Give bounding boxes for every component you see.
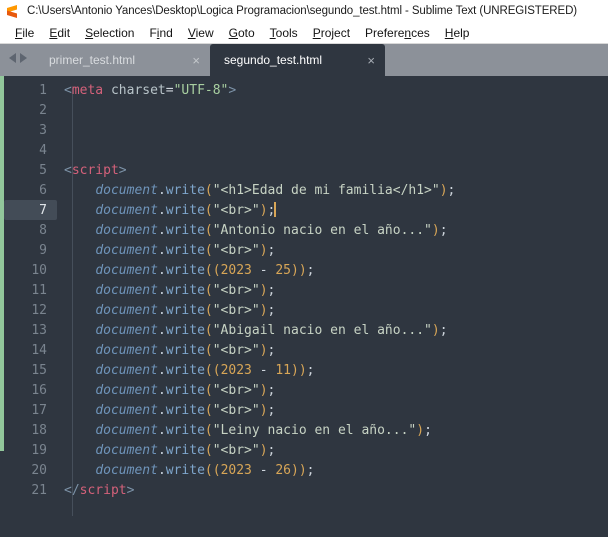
line-code: document.write("Antonio nacio en el año.… xyxy=(95,222,448,238)
line-number: 18 xyxy=(31,422,47,438)
code-line[interactable]: 5 <script> xyxy=(4,160,608,180)
line-number: 8 xyxy=(39,222,47,238)
line-code: document.write((2023 - 26)); xyxy=(95,462,315,478)
code-line[interactable]: 14 document.write("<br>"); xyxy=(4,340,608,360)
line-code: document.write("<br>"); xyxy=(95,442,276,458)
code-line[interactable]: 17 document.write("<br>"); xyxy=(4,400,608,420)
line-code: <meta charset="UTF-8"> xyxy=(64,82,237,98)
menu-item-view[interactable]: View xyxy=(181,26,222,40)
line-code: document.write((2023 - 11)); xyxy=(95,362,315,378)
line-number: 20 xyxy=(31,462,47,478)
line-number: 3 xyxy=(39,122,47,138)
close-icon[interactable]: × xyxy=(192,54,200,67)
line-number: 21 xyxy=(31,482,47,498)
code-line[interactable]: 9 document.write("<br>"); xyxy=(4,240,608,260)
text-cursor xyxy=(274,202,277,217)
code-line[interactable]: 15 document.write((2023 - 11)); xyxy=(4,360,608,380)
code-line[interactable]: 1 <meta charset="UTF-8"> xyxy=(4,80,608,100)
code-editor[interactable]: 1 <meta charset="UTF-8"> 2 3 4 5 <script… xyxy=(0,76,608,537)
line-number: 2 xyxy=(39,102,47,118)
line-number: 13 xyxy=(31,322,47,338)
line-code: document.write("<br>"); xyxy=(95,382,276,398)
code-line[interactable]: 19 document.write("<br>"); xyxy=(4,440,608,460)
code-line[interactable]: 16 document.write("<br>"); xyxy=(4,380,608,400)
menu-item-edit[interactable]: Edit xyxy=(42,26,78,40)
line-code: document.write("<br>"); xyxy=(95,302,276,318)
line-code: document.write("Abigail nacio en el año.… xyxy=(95,322,448,338)
sublime-text-icon xyxy=(5,4,20,19)
code-line[interactable]: 4 xyxy=(4,140,608,160)
code-line[interactable]: 10 document.write((2023 - 25)); xyxy=(4,260,608,280)
code-line[interactable]: 6 document.write("<h1>Edad de mi familia… xyxy=(4,180,608,200)
line-number: 19 xyxy=(31,442,47,458)
menu-bar: File Edit Selection Find View Goto Tools… xyxy=(0,22,608,44)
close-icon[interactable]: × xyxy=(367,54,375,67)
line-number: 9 xyxy=(39,242,47,258)
menu-item-selection[interactable]: Selection xyxy=(78,26,142,40)
line-number: 10 xyxy=(31,262,47,278)
menu-item-tools[interactable]: Tools xyxy=(263,26,306,40)
tab-bar: primer_test.html × segundo_test.html × xyxy=(0,44,608,76)
menu-item-project[interactable]: Project xyxy=(306,26,358,40)
line-number: 15 xyxy=(31,362,47,378)
line-code: document.write((2023 - 25)); xyxy=(95,262,315,278)
code-line[interactable]: 11 document.write("<br>"); xyxy=(4,280,608,300)
menu-item-file[interactable]: File xyxy=(8,26,42,40)
tab-navigation xyxy=(0,46,35,78)
menu-item-help[interactable]: Help xyxy=(438,26,478,40)
tab-primer-test-html[interactable]: primer_test.html × xyxy=(35,44,210,76)
code-content-area[interactable]: 1 <meta charset="UTF-8"> 2 3 4 5 <script… xyxy=(4,76,608,537)
line-code: document.write("<br>"); xyxy=(95,202,277,218)
code-line[interactable]: 21 </script> xyxy=(4,480,608,500)
code-line[interactable]: 20 document.write((2023 - 26)); xyxy=(4,460,608,480)
line-number: 4 xyxy=(39,142,47,158)
line-number: 11 xyxy=(31,282,47,298)
line-code: document.write("<br>"); xyxy=(95,402,276,418)
line-number: 14 xyxy=(31,342,47,358)
code-line-active[interactable]: 7 document.write("<br>"); xyxy=(4,200,608,220)
window-title: C:\Users\Antonio Yances\Desktop\Logica P… xyxy=(27,5,578,17)
line-number: 7 xyxy=(39,202,47,218)
menu-item-goto[interactable]: Goto xyxy=(222,26,263,40)
code-line[interactable]: 13 document.write("Abigail nacio en el a… xyxy=(4,320,608,340)
sublime-text-window: C:\Users\Antonio Yances\Desktop\Logica P… xyxy=(0,0,608,537)
line-number: 1 xyxy=(39,82,47,98)
line-code: document.write("Leiny nacio en el año...… xyxy=(95,422,432,438)
title-bar: C:\Users\Antonio Yances\Desktop\Logica P… xyxy=(0,0,608,22)
line-number: 12 xyxy=(31,302,47,318)
line-number: 16 xyxy=(31,382,47,398)
line-number: 17 xyxy=(31,402,47,418)
line-code: document.write("<br>"); xyxy=(95,342,276,358)
line-number: 6 xyxy=(39,182,47,198)
tab-label: primer_test.html xyxy=(49,53,136,67)
line-number: 5 xyxy=(39,162,47,178)
line-code: document.write("<br>"); xyxy=(95,242,276,258)
line-code: document.write("<h1>Edad de mi familia</… xyxy=(95,182,456,198)
tab-segundo-test-html[interactable]: segundo_test.html × xyxy=(210,44,385,76)
code-line[interactable]: 8 document.write("Antonio nacio en el añ… xyxy=(4,220,608,240)
line-code: </script> xyxy=(64,482,135,498)
tab-label: segundo_test.html xyxy=(224,53,323,67)
triangle-right-icon[interactable] xyxy=(20,52,27,63)
line-code: document.write("<br>"); xyxy=(95,282,276,298)
menu-item-preferences[interactable]: Preferences xyxy=(358,26,438,40)
code-line[interactable]: 18 document.write("Leiny nacio en el año… xyxy=(4,420,608,440)
line-code: <script> xyxy=(64,162,127,178)
code-line[interactable]: 2 xyxy=(4,100,608,120)
code-line[interactable]: 12 document.write("<br>"); xyxy=(4,300,608,320)
menu-item-find[interactable]: Find xyxy=(142,26,180,40)
code-line[interactable]: 3 xyxy=(4,120,608,140)
triangle-left-icon[interactable] xyxy=(9,52,16,63)
